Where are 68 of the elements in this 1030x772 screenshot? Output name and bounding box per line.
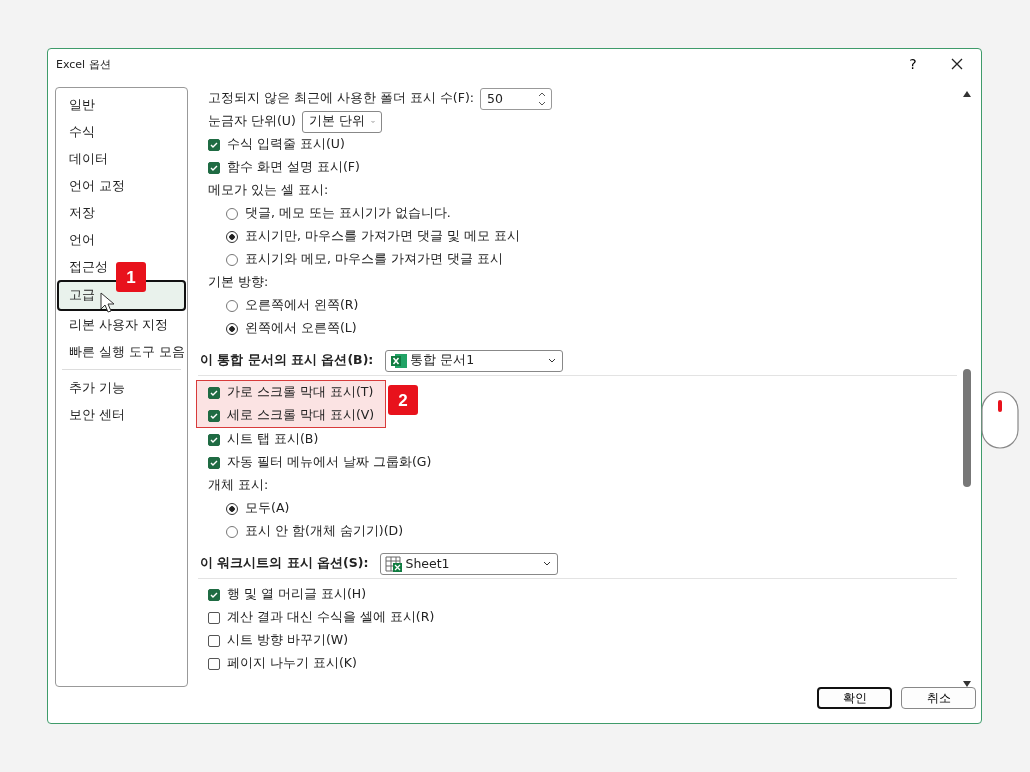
checkbox-label: 수식 입력줄 표시(U) [227,136,345,153]
dialog-button[interactable]: 확인 [817,687,892,709]
scroll-thumb[interactable] [963,369,971,487]
sidebar-item[interactable]: 언어 교정 [57,172,129,199]
sidebar-item[interactable]: 보안 센터 [57,401,129,428]
section-heading: 이 통합 문서의 표시 옵션(B): [200,352,374,369]
spinner-arrows-icon [538,90,546,107]
checkbox-label: 가로 스크롤 막대 표시(T) [227,384,374,401]
scroll-up-icon[interactable] [963,91,971,97]
step-badge: 1 [116,262,146,292]
caret-icon [370,118,375,125]
dialog-button[interactable]: 취소 [901,687,976,709]
group-label: 메모가 있는 셀 표시: [208,182,329,199]
checkbox-label: 계산 결과 대신 수식을 셀에 표시(R) [227,609,435,626]
radio-label: 모두(A) [245,500,290,517]
sheet-icon [385,555,404,572]
checkbox[interactable] [208,657,220,670]
sidebar-item[interactable]: 데이터 [57,145,112,172]
checkbox[interactable] [208,588,220,601]
target-dropdown[interactable]: 통합 문서1 [385,349,564,372]
checkbox[interactable] [208,386,220,399]
checkbox-label: 시트 탭 표시(B) [227,431,319,448]
window-title: Excel 옵션 [56,56,111,72]
radio-label: 댓글, 메모 또는 표시기가 없습니다. [245,205,451,222]
radio-label: 표시 안 함(개체 숨기기)(D) [245,523,404,540]
checkbox[interactable] [208,634,220,647]
checkbox-label: 행 및 열 머리글 표시(H) [227,586,367,603]
group-label: 개체 표시: [208,477,269,494]
caret-icon [543,560,552,567]
cursor-icon [100,292,116,314]
group-label: 기본 방향: [208,274,269,291]
sidebar-item[interactable]: 리본 사용자 지정 [57,311,172,338]
sidebar-item[interactable]: 추가 기능 [57,374,129,401]
checkbox-label: 페이지 나누기 표시(K) [227,655,357,672]
checkbox-label: 세로 스크롤 막대 표시(V) [227,407,375,424]
sidebar-item[interactable]: 수식 [57,118,99,145]
checkbox[interactable] [208,161,220,174]
sidebar-item[interactable]: 언어 [57,226,99,253]
checkbox-label: 자동 필터 메뉴에서 날짜 그룹화(G) [227,454,432,471]
checkbox[interactable] [208,611,220,624]
radio-label: 표시기와 메모, 마우스를 가져가면 댓글 표시 [245,251,503,268]
option-label: 눈금자 단위(U) [208,113,296,130]
sidebar-item[interactable]: 빠른 실행 도구 모음 [57,338,189,365]
section-heading: 이 워크시트의 표시 옵션(S): [200,555,369,572]
checkbox-label: 시트 방향 바꾸기(W) [227,632,349,649]
spreadsheet-icon [390,352,409,369]
caret-icon [548,357,557,364]
option-label: 고정되지 않은 최근에 사용한 폴더 표시 수(F): [208,90,474,107]
unit-dropdown[interactable]: 기본 단위 [301,110,382,133]
radio-button[interactable] [226,322,238,335]
radio-label: 표시기만, 마우스를 가져가면 댓글 및 메모 표시 [245,228,520,245]
checkbox[interactable] [208,433,220,446]
checkbox[interactable] [208,138,220,151]
checkbox[interactable] [208,409,220,422]
target-dropdown[interactable]: Sheet1 [380,552,559,575]
radio-button[interactable] [226,502,238,515]
step-badge: 2 [388,385,418,415]
radio-label: 왼쪽에서 오른쪽(L) [245,320,357,337]
help-button[interactable]: ? [897,51,929,77]
close-icon [951,58,963,70]
sidebar-item[interactable]: 일반 [57,91,99,118]
checkbox-label: 함수 화면 설명 표시(F) [227,159,360,176]
radio-button[interactable] [226,230,238,243]
radio-label: 오른쪽에서 왼쪽(R) [245,297,359,314]
checkbox[interactable] [208,456,220,469]
number-field[interactable]: 50 [480,87,552,110]
sidebar-item[interactable]: 저장 [57,199,99,226]
sidebar-item[interactable]: 접근성 [57,253,112,280]
